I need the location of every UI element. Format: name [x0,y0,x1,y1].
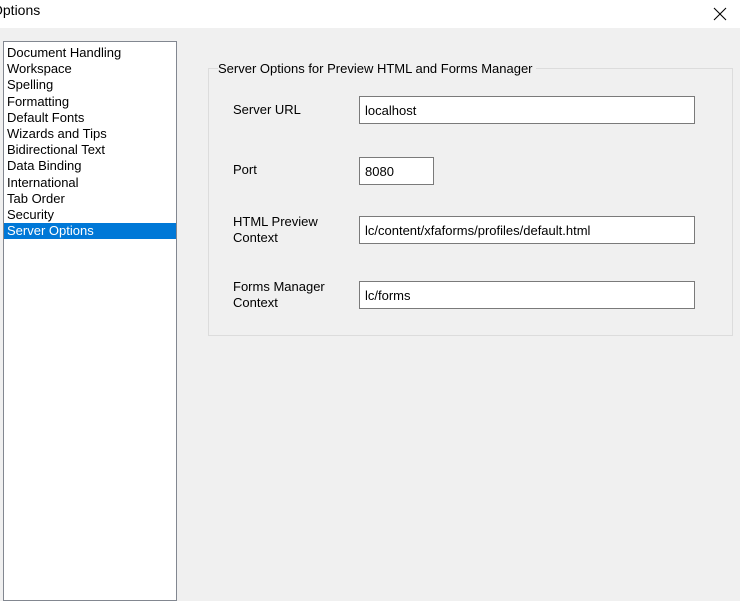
category-item[interactable]: Bidirectional Text [4,142,176,158]
forms-manager-context-label-line2: Context [233,295,278,310]
html-preview-context-label-line1: HTML Preview [233,214,318,229]
forms-manager-context-label-line1: Forms Manager [233,279,325,294]
category-item[interactable]: Workspace [4,61,176,77]
category-item[interactable]: Tab Order [4,191,176,207]
html-preview-context-label: HTML Preview Context [233,214,318,246]
html-preview-context-label-line2: Context [233,230,278,245]
close-button[interactable] [700,0,740,28]
category-item[interactable]: Document Handling [4,45,176,61]
category-item[interactable]: Default Fonts [4,110,176,126]
port-label: Port [233,162,257,177]
html-preview-context-input[interactable] [359,216,695,244]
forms-manager-context-input[interactable] [359,281,695,309]
window-title: Options [0,2,41,18]
category-item[interactable]: Formatting [4,94,176,110]
server-url-input[interactable] [359,96,695,124]
close-icon [713,7,727,21]
category-item[interactable]: Security [4,207,176,223]
category-item[interactable]: Data Binding [4,158,176,174]
category-list[interactable]: Document Handling Workspace Spelling Format… [3,41,177,601]
server-url-label: Server URL [233,102,301,117]
category-item[interactable]: Spelling [4,77,176,93]
server-options-group-title: Server Options for Preview HTML and Form… [218,61,536,76]
port-input[interactable] [359,157,434,185]
category-item[interactable]: Server Options [4,223,176,240]
forms-manager-context-label: Forms Manager Context [233,279,325,311]
category-item[interactable]: Wizards and Tips [4,126,176,142]
category-item[interactable]: International [4,175,176,191]
title-bar: Options [0,0,740,28]
